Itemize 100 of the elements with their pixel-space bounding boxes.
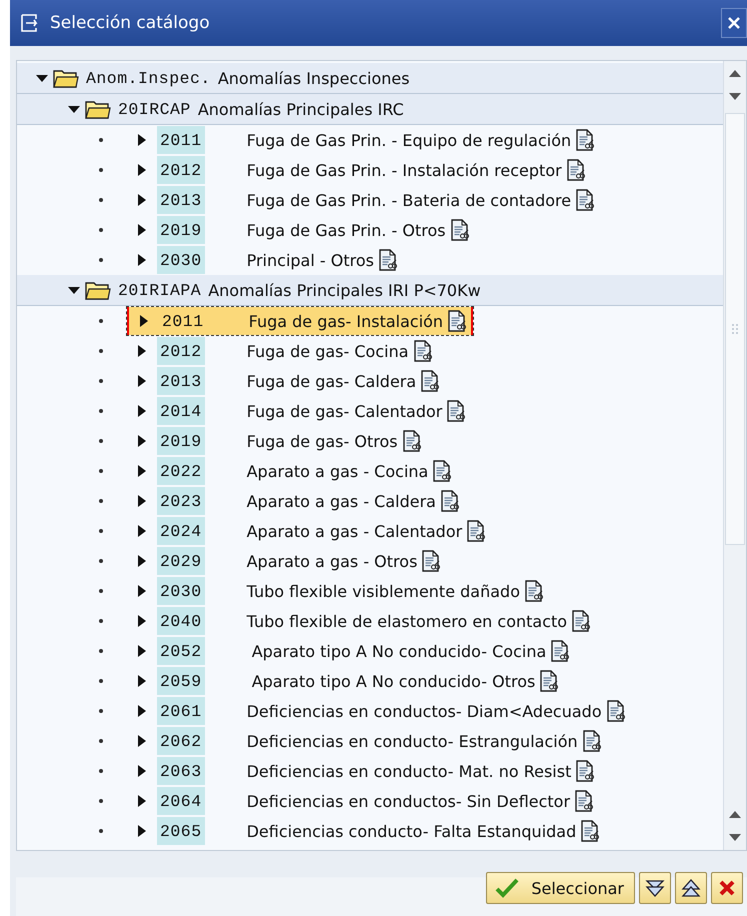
bullet-icon [99, 649, 103, 653]
select-button[interactable]: Seleccionar [486, 872, 635, 904]
bullet-icon [99, 559, 103, 563]
document-icon[interactable] [539, 670, 560, 692]
cancel-button[interactable] [711, 872, 743, 904]
item-code[interactable]: 2013 [157, 186, 205, 214]
document-icon[interactable] [606, 700, 626, 722]
item-code[interactable]: 2023 [157, 487, 205, 515]
item-code[interactable]: 2029 [157, 547, 205, 575]
item-text[interactable]: Fuga de gas- Caldera [204, 372, 416, 390]
item-text[interactable]: Deficiencias en conductos- Diam<Adecuado [204, 702, 602, 720]
bullet-icon [99, 739, 103, 743]
document-icon[interactable] [466, 520, 486, 542]
document-icon[interactable] [446, 400, 466, 422]
document-icon[interactable] [580, 820, 600, 842]
document-icon[interactable] [447, 310, 468, 332]
item-code[interactable]: 2030 [157, 577, 205, 605]
document-icon[interactable] [421, 550, 442, 572]
node-text[interactable]: Anomalías Principales IRC [194, 100, 404, 118]
item-code[interactable]: 2011 [159, 307, 207, 335]
item-text[interactable]: Fuga de gas- Instalación [206, 312, 444, 330]
item-text[interactable]: Aparato a gas - Calentador [204, 522, 462, 540]
document-icon[interactable] [566, 159, 586, 181]
item-code[interactable]: 2062 [157, 727, 205, 755]
document-icon[interactable] [378, 249, 398, 271]
item-code[interactable]: 2064 [157, 787, 205, 815]
next-page-button[interactable] [639, 872, 671, 904]
item-text[interactable]: Aparato a gas - Cocina [204, 462, 428, 480]
bullet-icon [99, 529, 103, 533]
document-icon[interactable] [582, 730, 602, 752]
item-text[interactable]: Deficiencias en conducto- Estrangulación [204, 732, 578, 750]
item-code[interactable]: 2040 [157, 607, 205, 635]
item-text[interactable]: Deficiencias conducto- Falta Estanquidad [204, 822, 576, 840]
item-code[interactable]: 2019 [157, 427, 205, 455]
up-arrow-icon [729, 810, 741, 818]
item-text[interactable]: Fuga de Gas Prin. - Instalación receptor [204, 160, 562, 180]
bullet-icon [99, 409, 103, 413]
item-code[interactable]: 2059 [157, 667, 205, 695]
folder-icon [85, 99, 111, 119]
folder-icon [53, 68, 79, 88]
item-code[interactable]: 2063 [157, 757, 205, 785]
document-icon[interactable] [440, 490, 460, 512]
close-icon [727, 16, 741, 30]
item-text[interactable]: Aparato a gas - Caldera [204, 492, 436, 510]
item-code[interactable]: 2061 [157, 697, 205, 725]
document-icon[interactable] [450, 219, 470, 241]
document-icon[interactable] [575, 189, 596, 211]
document-icon[interactable] [575, 760, 596, 782]
item-code[interactable]: 2024 [157, 517, 205, 545]
item-text[interactable]: Fuga de Gas Prin. - Otros [204, 220, 446, 240]
item-text[interactable]: Fuga de Gas Prin. - Bateria de contadore [204, 190, 572, 210]
window-title: Selección catálogo [50, 13, 211, 33]
document-icon[interactable] [575, 129, 596, 151]
document-icon[interactable] [574, 790, 594, 812]
node-code[interactable]: 20IRCAP [115, 95, 194, 123]
item-code[interactable]: 2013 [157, 367, 205, 395]
item-code[interactable]: 2052 [157, 637, 205, 665]
item-text[interactable]: Tubo flexible de elastomero en contacto [204, 612, 568, 630]
item-text[interactable]: Fuga de gas- Calentador [204, 402, 442, 420]
document-icon[interactable] [412, 340, 433, 362]
close-button[interactable] [721, 8, 747, 38]
item-code[interactable]: 2014 [157, 397, 205, 425]
up-arrow-icon [729, 69, 741, 77]
document-icon[interactable] [571, 610, 592, 632]
scrollbar[interactable] [723, 61, 746, 850]
item-text[interactable]: Deficiencias en conductos- Sin Deflector [204, 792, 570, 810]
node-code[interactable]: Anom.Inspec. [83, 64, 214, 92]
item-text[interactable]: Tubo flexible visiblemente dañado [204, 582, 520, 600]
item-text[interactable]: Principal - Otros [204, 250, 374, 270]
item-text[interactable]: Aparato tipo A No conducido- Otros [204, 672, 536, 690]
document-icon[interactable] [432, 460, 452, 482]
bullet-icon [99, 799, 103, 803]
item-text[interactable]: Aparato tipo A No conducido- Cocina [204, 642, 546, 660]
scroll-thumb[interactable] [725, 113, 745, 545]
item-code[interactable]: 2065 [157, 817, 205, 845]
item-code[interactable]: 2012 [157, 337, 205, 365]
item-text[interactable]: Fuga de gas- Cocina [204, 342, 409, 360]
item-code[interactable]: 2019 [157, 216, 205, 244]
item-code[interactable]: 2030 [157, 246, 205, 274]
document-icon[interactable] [550, 640, 570, 662]
item-code[interactable]: 2011 [157, 126, 205, 154]
node-text[interactable]: Anomalías Inspecciones [214, 68, 410, 88]
item-text[interactable]: Aparato a gas - Otros [204, 552, 418, 570]
node-text[interactable]: Anomalías Principales IRI P<70Kw [204, 280, 481, 300]
bullet-icon [99, 349, 103, 353]
bullet-icon [99, 228, 103, 232]
item-text[interactable]: Fuga de gas- Otros [204, 432, 398, 450]
previous-page-button[interactable] [675, 872, 707, 904]
item-code[interactable]: 2012 [157, 156, 205, 184]
document-icon[interactable] [524, 580, 544, 602]
node-code[interactable]: 20IRIAPA [115, 276, 204, 304]
document-icon[interactable] [402, 430, 422, 452]
item-text[interactable]: Deficiencias en conducto- Mat. no Resist [204, 762, 572, 780]
item-code[interactable]: 2022 [157, 457, 205, 485]
item-text[interactable]: Fuga de Gas Prin. - Equipo de regulación [204, 130, 572, 150]
bullet-icon [99, 619, 103, 623]
down-arrow-icon [729, 834, 741, 842]
bullet-icon [99, 198, 103, 202]
document-icon[interactable] [420, 370, 440, 392]
bullet-icon [99, 679, 103, 683]
